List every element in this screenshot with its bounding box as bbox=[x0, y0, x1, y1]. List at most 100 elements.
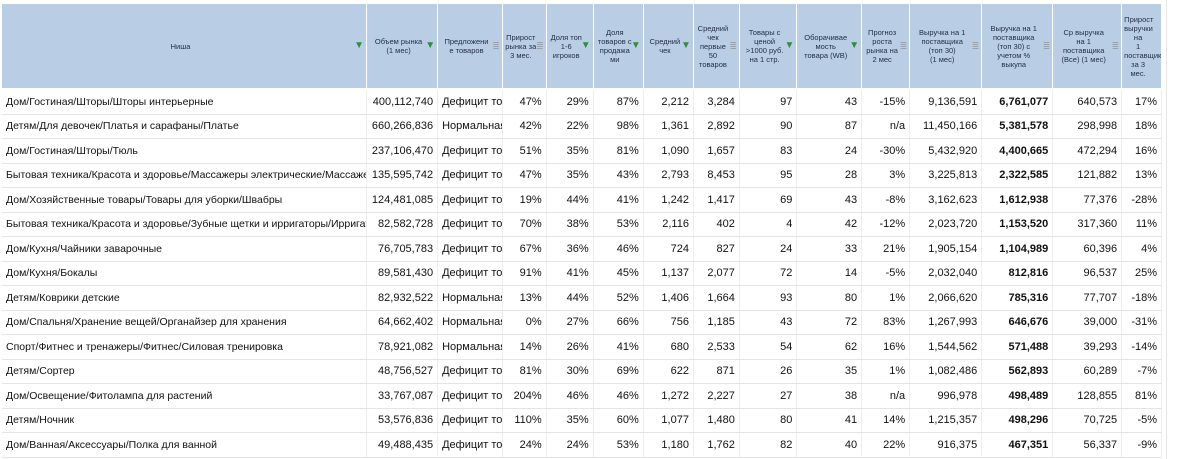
column-header-6[interactable]: Средний чек ▼ bbox=[643, 4, 694, 90]
data-cell[interactable]: 76,705,783 bbox=[366, 236, 439, 262]
data-cell[interactable]: 25% bbox=[1121, 261, 1162, 286]
table-row[interactable]: Дом/Ванная/Аксессуары/Полка для ванной 49… bbox=[2, 432, 1162, 458]
data-cell[interactable]: -5% bbox=[861, 261, 911, 286]
niche-cell[interactable]: Дом/Хозяйственные товары/Товары для убор… bbox=[2, 187, 368, 213]
data-cell[interactable]: 2,892 bbox=[693, 114, 740, 139]
data-cell[interactable]: Нормальная конкуренция bbox=[437, 310, 503, 335]
data-cell[interactable]: 82 bbox=[739, 432, 798, 458]
data-cell[interactable]: 14% bbox=[502, 334, 547, 360]
data-cell[interactable]: 81% bbox=[502, 359, 547, 384]
data-cell[interactable]: 39,293 bbox=[1052, 334, 1123, 360]
data-cell[interactable]: 67% bbox=[502, 236, 547, 262]
data-cell[interactable]: 42 bbox=[796, 212, 863, 237]
data-cell[interactable]: 21% bbox=[861, 236, 911, 262]
data-cell[interactable]: -31% bbox=[1121, 310, 1162, 335]
data-cell[interactable]: 95 bbox=[739, 163, 798, 188]
data-cell[interactable]: 52% bbox=[593, 285, 644, 311]
data-cell[interactable]: 4% bbox=[1121, 236, 1162, 262]
sort-filter-icon[interactable]: ≣ bbox=[900, 41, 908, 51]
data-cell[interactable]: 2,116 bbox=[643, 212, 694, 237]
data-cell[interactable]: 18% bbox=[1121, 114, 1162, 139]
data-cell[interactable]: 47% bbox=[502, 163, 547, 188]
data-cell[interactable]: 4 bbox=[739, 212, 798, 237]
data-cell[interactable]: Нормальная конкуренция bbox=[437, 334, 503, 360]
data-cell[interactable]: 812,816 bbox=[981, 261, 1054, 286]
data-cell[interactable]: 87 bbox=[796, 114, 863, 139]
niche-cell[interactable]: Дом/Гостиная/Шторы/Шторы интерьерные bbox=[2, 89, 368, 115]
sort-filter-icon[interactable]: ≣ bbox=[1043, 41, 1051, 51]
table-row[interactable]: Бытовая техника/Красота и здоровье/Зубны… bbox=[2, 212, 1162, 237]
data-cell[interactable]: n/a bbox=[861, 383, 911, 409]
data-cell[interactable]: 8,453 bbox=[693, 163, 740, 188]
column-header-12[interactable]: Выручка на 1 поставщика (топ 30) с учето… bbox=[981, 4, 1054, 90]
data-cell[interactable]: 827 bbox=[693, 236, 740, 262]
data-cell[interactable]: 56,337 bbox=[1052, 432, 1123, 458]
column-header-13[interactable]: Ср выручка на 1 поставщика (Все) (1 мес)… bbox=[1052, 4, 1123, 90]
data-cell[interactable]: 1,090 bbox=[643, 138, 694, 164]
niche-cell[interactable]: Детям/Сортер bbox=[2, 359, 368, 384]
data-cell[interactable]: 13% bbox=[1121, 163, 1162, 188]
table-row[interactable]: Дом/Освещение/Фитолампа для растений 33,7… bbox=[2, 383, 1162, 409]
data-cell[interactable]: -28% bbox=[1121, 187, 1162, 213]
data-cell[interactable]: Дефицит товара bbox=[437, 236, 503, 262]
data-cell[interactable]: 6,761,077 bbox=[981, 89, 1054, 115]
data-cell[interactable]: 4,400,665 bbox=[981, 138, 1054, 164]
data-cell[interactable]: 28 bbox=[796, 163, 863, 188]
data-cell[interactable]: 70% bbox=[502, 212, 547, 237]
niche-cell[interactable]: Спорт/Фитнес и тренажеры/Фитнес/Силовая … bbox=[2, 334, 368, 360]
data-cell[interactable]: 53% bbox=[593, 432, 644, 458]
data-cell[interactable]: 2,212 bbox=[643, 89, 694, 115]
data-cell[interactable]: Дефицит товара bbox=[437, 89, 503, 115]
data-cell[interactable]: Дефицит товара bbox=[437, 383, 503, 409]
data-cell[interactable]: 22% bbox=[546, 114, 594, 139]
data-cell[interactable]: 44% bbox=[546, 187, 594, 213]
data-cell[interactable]: 2,227 bbox=[693, 383, 740, 409]
niche-cell[interactable]: Детям/Ночник bbox=[2, 408, 368, 433]
data-cell[interactable]: 24% bbox=[502, 432, 547, 458]
data-cell[interactable]: 13% bbox=[502, 285, 547, 311]
data-cell[interactable]: 724 bbox=[643, 236, 694, 262]
data-cell[interactable]: 81% bbox=[1121, 383, 1162, 409]
data-cell[interactable]: 2,533 bbox=[693, 334, 740, 360]
data-cell[interactable]: -18% bbox=[1121, 285, 1162, 311]
niche-cell[interactable]: Дом/Спальня/Хранение вещей/Органайзер дл… bbox=[2, 310, 368, 335]
data-cell[interactable]: 402 bbox=[693, 212, 740, 237]
data-cell[interactable]: 83% bbox=[861, 310, 911, 335]
data-cell[interactable]: Дефицит товара bbox=[437, 359, 503, 384]
data-cell[interactable]: 237,106,470 bbox=[366, 138, 439, 164]
funnel-icon[interactable]: ▼ bbox=[784, 41, 794, 51]
data-cell[interactable]: -5% bbox=[1121, 408, 1162, 433]
data-cell[interactable]: 1,104,989 bbox=[981, 236, 1054, 262]
data-cell[interactable]: 93 bbox=[739, 285, 798, 311]
table-row[interactable]: Дом/Гостиная/Шторы/Тюль 237,106,470 Дефици… bbox=[2, 138, 1162, 164]
data-cell[interactable]: -9% bbox=[1121, 432, 1162, 458]
data-cell[interactable]: 64,662,402 bbox=[366, 310, 439, 335]
data-cell[interactable]: 1,612,938 bbox=[981, 187, 1054, 213]
data-cell[interactable]: 41% bbox=[593, 334, 644, 360]
data-cell[interactable]: 41 bbox=[796, 408, 863, 433]
data-cell[interactable]: 1,077 bbox=[643, 408, 694, 433]
data-cell[interactable]: 2,322,585 bbox=[981, 163, 1054, 188]
column-header-11[interactable]: Выручка на 1 поставщика (топ 30) (1 мес)… bbox=[909, 4, 983, 90]
data-cell[interactable]: Нормальная конкуренция bbox=[437, 285, 503, 311]
sort-filter-icon[interactable]: ≣ bbox=[729, 41, 737, 51]
table-row[interactable]: Детям/Ночник53,576,836Дефицит товара110%… bbox=[2, 408, 1162, 433]
data-cell[interactable]: 90 bbox=[739, 114, 798, 139]
data-cell[interactable]: 622 bbox=[643, 359, 694, 384]
data-cell[interactable]: 785,316 bbox=[981, 285, 1054, 311]
data-cell[interactable]: 33 bbox=[796, 236, 863, 262]
data-cell[interactable]: 135,595,742 bbox=[366, 163, 439, 188]
data-cell[interactable]: 29% bbox=[546, 89, 594, 115]
data-cell[interactable]: 42% bbox=[502, 114, 547, 139]
data-cell[interactable]: 26% bbox=[546, 334, 594, 360]
niche-cell[interactable]: Дом/Гостиная/Шторы/Тюль bbox=[2, 138, 368, 164]
data-cell[interactable]: 1,180 bbox=[643, 432, 694, 458]
data-cell[interactable]: Нормальная конкуренция bbox=[437, 114, 503, 139]
table-row[interactable]: Спорт/Фитнес и тренажеры/Фитнес/Силовая … bbox=[2, 334, 1162, 360]
data-cell[interactable]: 1,137 bbox=[643, 261, 694, 286]
data-cell[interactable]: 26 bbox=[739, 359, 798, 384]
data-cell[interactable]: 60,396 bbox=[1052, 236, 1123, 262]
data-cell[interactable]: 3,225,813 bbox=[909, 163, 983, 188]
sort-filter-icon[interactable]: ≣ bbox=[972, 41, 980, 51]
data-cell[interactable]: 51% bbox=[502, 138, 547, 164]
